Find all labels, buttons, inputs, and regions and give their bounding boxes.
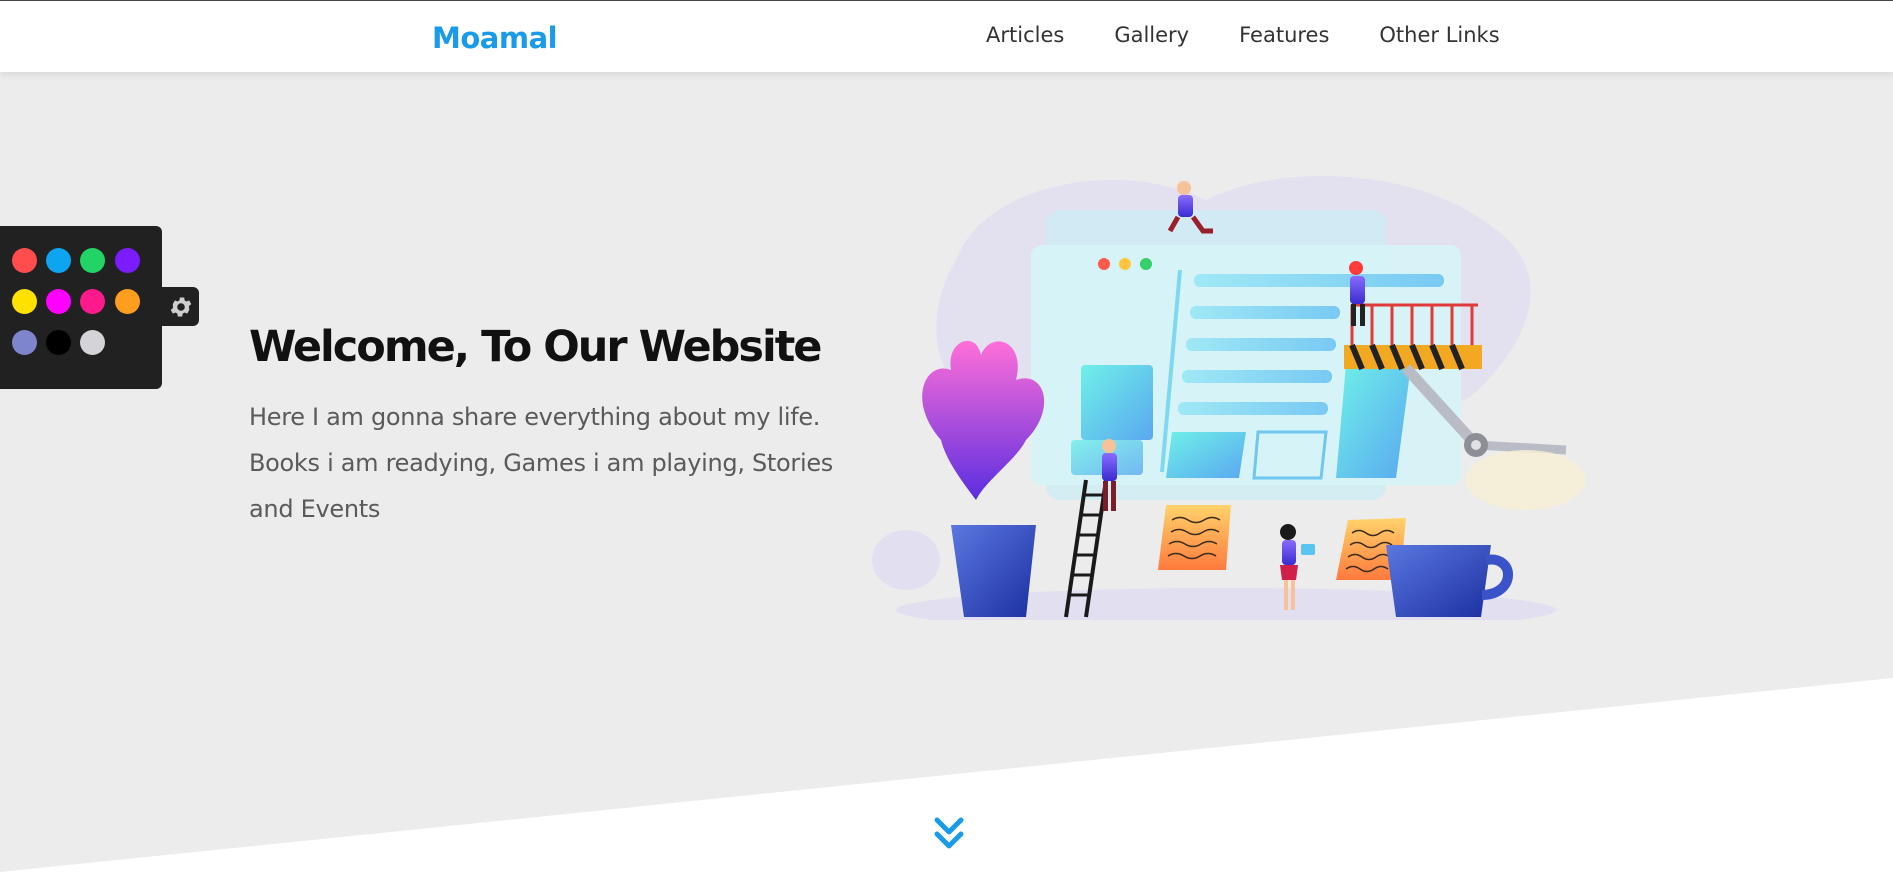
scroll-down-button[interactable] (930, 814, 968, 854)
nav-link-features[interactable]: Features (1239, 23, 1329, 47)
color-swatch-silver[interactable] (80, 330, 105, 355)
color-swatch-blue[interactable] (46, 248, 71, 273)
color-swatch-yellow[interactable] (12, 289, 37, 314)
color-swatch-orange[interactable] (115, 289, 140, 314)
settings-toggle-button[interactable] (162, 287, 199, 326)
color-swatch-lavender[interactable] (12, 330, 37, 355)
page: Moamal Articles Gallery Features Other L… (0, 0, 1893, 880)
color-swatch-green[interactable] (80, 248, 105, 273)
logo[interactable]: Moamal (432, 21, 558, 55)
color-swatch-pink[interactable] (80, 289, 105, 314)
color-swatch-purple[interactable] (115, 248, 140, 273)
color-swatch-magenta[interactable] (46, 289, 71, 314)
hero-title: Welcome, To Our Website (249, 322, 822, 372)
nav-link-articles[interactable]: Articles (986, 23, 1064, 47)
nav-link-other-links[interactable]: Other Links (1379, 23, 1499, 47)
header: Moamal Articles Gallery Features Other L… (0, 0, 1893, 72)
color-switcher-panel (0, 226, 162, 389)
color-swatch-red[interactable] (12, 248, 37, 273)
color-swatch-black[interactable] (46, 330, 71, 355)
gear-icon (170, 296, 191, 317)
main-nav: Articles Gallery Features Other Links (986, 23, 1500, 47)
hero-illustration (872, 176, 1586, 620)
hero-description: Here I am gonna share everything about m… (249, 403, 834, 523)
nav-link-gallery[interactable]: Gallery (1114, 23, 1189, 47)
double-chevron-down-icon (934, 817, 964, 849)
